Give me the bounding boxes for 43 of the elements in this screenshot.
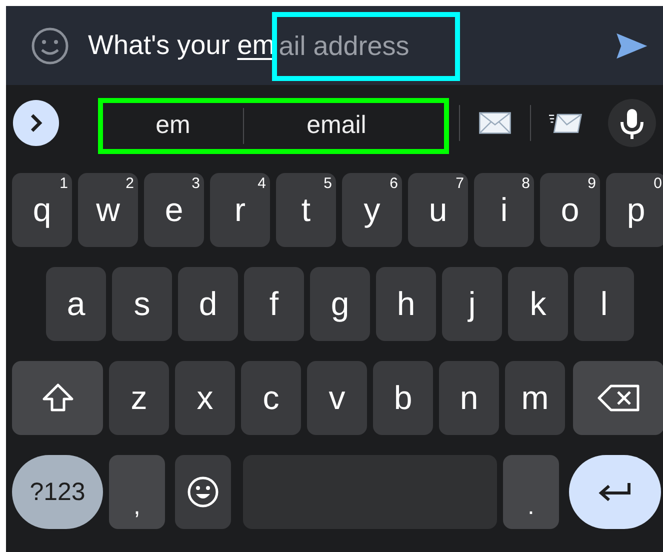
emoji-key[interactable]	[175, 455, 231, 529]
letter-key[interactable]: f	[244, 267, 304, 341]
typed-text: What's your	[88, 30, 231, 61]
letter-key[interactable]: v	[307, 361, 367, 435]
envelope-icon[interactable]	[478, 110, 512, 136]
hint-text: ail address	[272, 12, 460, 81]
letter-key[interactable]: i 8	[474, 173, 534, 247]
letter-key[interactable]: .	[503, 455, 559, 529]
letter-key[interactable]: r 4	[210, 173, 270, 247]
letter-key[interactable]: p 0	[606, 173, 663, 247]
suggestion-word[interactable]: email	[244, 111, 429, 140]
letter-key[interactable]: k	[508, 267, 568, 341]
backspace-icon	[596, 383, 640, 413]
letter-key[interactable]: t 5	[276, 173, 336, 247]
letter-key[interactable]: o 9	[540, 173, 600, 247]
smiley-icon[interactable]	[30, 26, 70, 66]
letter-key[interactable]: z	[109, 361, 169, 435]
suggestion-word[interactable]: em	[103, 111, 243, 140]
letter-key[interactable]: c	[241, 361, 301, 435]
letter-key[interactable]: w 2	[78, 173, 138, 247]
letter-key[interactable]: d	[178, 267, 238, 341]
letter-key[interactable]: n	[439, 361, 499, 435]
letter-key[interactable]: a	[46, 267, 106, 341]
symbols-key[interactable]: ?123	[12, 455, 103, 529]
smiley-icon	[186, 475, 220, 509]
letter-key[interactable]: x	[175, 361, 235, 435]
backspace-key[interactable]	[573, 361, 663, 435]
letter-key[interactable]: u 7	[408, 173, 468, 247]
letter-key[interactable]: j	[442, 267, 502, 341]
letter-key[interactable]: e 3	[144, 173, 204, 247]
letter-key[interactable]: l	[574, 267, 634, 341]
letter-key[interactable]: q 1	[12, 173, 72, 247]
letter-key[interactable]: h	[376, 267, 436, 341]
shift-key[interactable]	[12, 361, 103, 435]
letter-key[interactable]: m	[505, 361, 565, 435]
expand-button[interactable]	[12, 99, 60, 147]
letter-key[interactable]: g	[310, 267, 370, 341]
letter-key[interactable]: ,	[109, 455, 165, 529]
letter-key[interactable]: y 6	[342, 173, 402, 247]
enter-arrow-icon	[597, 480, 633, 504]
letter-key[interactable]: s	[112, 267, 172, 341]
microphone-icon[interactable]	[607, 98, 657, 148]
letter-key[interactable]: b	[373, 361, 433, 435]
